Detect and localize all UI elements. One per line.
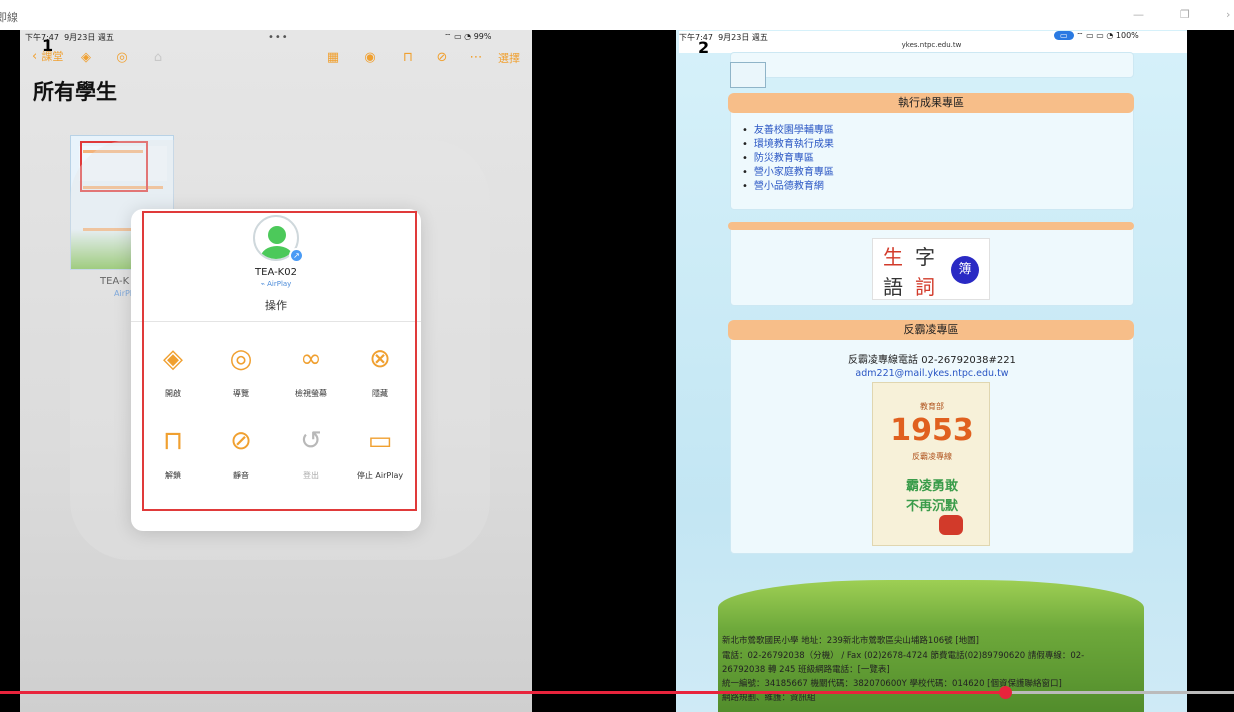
- list-item[interactable]: 防災教育專區: [742, 152, 834, 166]
- video-progress-remaining[interactable]: [1006, 691, 1234, 694]
- top-card: [730, 52, 1134, 78]
- mute-icon[interactable]: ⊘: [434, 50, 450, 66]
- footer-line: 統一編號：34185667 機關代碼：382070600Y 學校代碼：01462…: [722, 679, 1062, 689]
- more-icon[interactable]: ⋯: [468, 50, 484, 66]
- anti-bullying-title: 反霸凌專區: [728, 320, 1134, 340]
- small-button[interactable]: [730, 62, 766, 88]
- hotline-poster[interactable]: 教育部 1953 反霸凌專線 霸凌勇敢 不再沉默: [872, 382, 990, 546]
- status-icons: ⌔ ▭ ◔ 99%: [444, 32, 492, 41]
- grid-icon[interactable]: ▦: [325, 50, 341, 66]
- vocab-banner[interactable]: 生 字 語 詞 簿: [872, 238, 990, 300]
- layers-icon[interactable]: ◈: [78, 50, 94, 66]
- list-item[interactable]: 營小家庭教育專區: [742, 166, 834, 180]
- video-scrubber-handle[interactable]: [999, 686, 1012, 699]
- list-item[interactable]: 環境教育執行成果: [742, 138, 834, 152]
- results-section-title: 執行成果專區: [728, 93, 1134, 113]
- url-bar[interactable]: ykes.ntpc.edu.tw: [676, 41, 1187, 49]
- restore-icon[interactable]: ❐: [1180, 8, 1190, 21]
- highlight-box: [142, 211, 417, 511]
- footer-line: 電話：02-26792038（分機） / Fax (02)2678-4724 節…: [722, 651, 1085, 661]
- status-time: 下午7:47 9月23日 週五: [25, 33, 114, 42]
- compass-icon[interactable]: ◎: [114, 50, 130, 66]
- eye-slash-icon[interactable]: ◉: [362, 50, 378, 66]
- video-progress-played[interactable]: [0, 691, 1006, 694]
- window-title-bar: 即線 — ❐ ›: [0, 0, 1234, 30]
- unlock-icon[interactable]: ⊓: [400, 50, 416, 66]
- status-icons: ▭ ⌔ ▭ ▭ ◔ 100%: [1054, 31, 1139, 41]
- window-title: 即線: [0, 11, 18, 24]
- phone-icon: [939, 515, 963, 535]
- student-screen-pane: 下午7:47 9月23日 週五 2 ▭ ⌔ ▭ ▭ ◔ 100% ykes.nt…: [676, 30, 1187, 712]
- multitask-dots[interactable]: •••: [268, 32, 289, 43]
- classroom-pane: 下午7:47 9月23日 週五 1 ••• ⌔ ▭ ◔ 99% ‹ 課堂 ◈ ◎…: [20, 30, 532, 712]
- hotline-text: 反霸凌專線電話 02-26792038#221: [848, 355, 1016, 366]
- email-link[interactable]: adm221@mail.ykes.ntpc.edu.tw: [730, 368, 1134, 379]
- minimize-icon[interactable]: —: [1133, 8, 1144, 21]
- footer-line: 26792038 轉 245 班級網路電話：[一覽表]: [722, 665, 890, 675]
- page-title: 所有學生: [33, 80, 117, 104]
- choose-button[interactable]: 選擇: [498, 50, 520, 66]
- badge: 簿: [951, 256, 979, 284]
- list-item[interactable]: 營小品德教育網: [742, 180, 834, 194]
- footer-line: 新北市鶯歌國民小學 地址：239新北市鶯歌區尖山埔路106號 [地圖]: [722, 636, 979, 646]
- results-link-list: 友善校園學輔專區 環境教育執行成果 防災教育專區 營小家庭教育專區 營小品德教育…: [742, 124, 834, 194]
- list-item[interactable]: 友善校園學輔專區: [742, 124, 834, 138]
- banner-bar: [728, 222, 1134, 230]
- chevron-right-icon[interactable]: ›: [1226, 8, 1230, 21]
- inbox-icon[interactable]: ⌂: [150, 50, 166, 66]
- back-button[interactable]: ‹ 課堂: [32, 48, 63, 64]
